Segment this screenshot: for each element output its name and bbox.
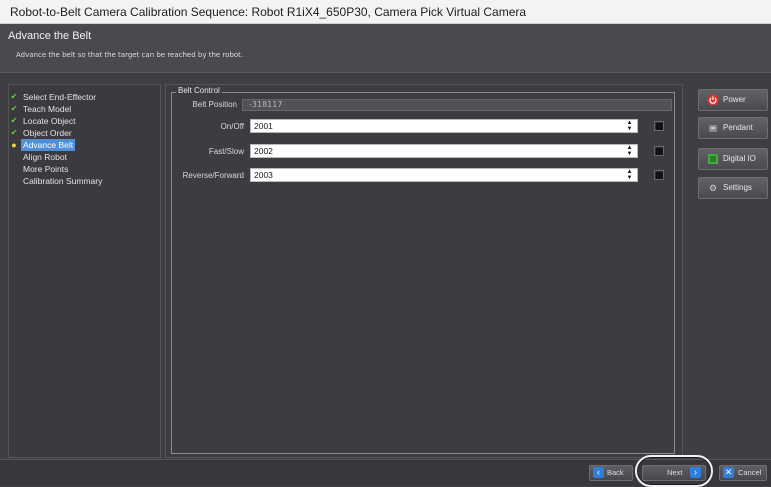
step-description: Advance the belt so that the target can …: [16, 51, 244, 59]
on-off-label: On/Off: [220, 122, 244, 131]
settings-button-label: Settings: [723, 183, 752, 192]
next-button-highlight-ring: [635, 455, 713, 487]
fast-slow-value: 2002: [254, 146, 273, 156]
title-bar: Robot-to-Belt Camera Calibration Sequenc…: [0, 0, 771, 24]
back-button[interactable]: ‹ Back: [589, 465, 633, 481]
checkmark-icon: ✔: [10, 116, 18, 125]
side-button-panel: [686, 84, 771, 458]
step-title: Advance the Belt: [8, 30, 92, 42]
digital-io-button[interactable]: Digital IO: [698, 148, 768, 170]
digital-io-button-label: Digital IO: [723, 154, 756, 163]
belt-position-field: -318117: [242, 99, 672, 111]
step-label: Teach Model: [23, 104, 72, 114]
checkmark-icon: ✔: [10, 128, 18, 137]
digital-io-icon: [707, 153, 719, 165]
cancel-button[interactable]: ✕ Cancel: [719, 465, 767, 481]
step-label: More Points: [23, 164, 69, 174]
spinner-arrows-icon: ▲ ▼: [626, 169, 633, 181]
checkmark-icon: ✔: [10, 92, 18, 101]
cancel-button-label: Cancel: [738, 468, 762, 477]
checkmark-icon: ✔: [10, 104, 18, 113]
step-label: Object Order: [23, 128, 72, 138]
step-header: Advance the Belt Advance the belt so tha…: [0, 24, 771, 73]
cancel-icon: ✕: [723, 467, 734, 478]
reverse-forward-indicator: [654, 170, 664, 180]
pendant-button-label: Pendant: [723, 123, 753, 132]
belt-control-group-label: Belt Control: [176, 86, 222, 95]
belt-position-label: Belt Position: [192, 100, 237, 109]
pendant-button[interactable]: Pendant: [698, 117, 768, 139]
reverse-forward-select[interactable]: 2003 ▲ ▼: [250, 168, 638, 182]
spinner-arrows-icon: ▲ ▼: [626, 145, 633, 157]
fast-slow-label: Fast/Slow: [208, 147, 244, 156]
step-label: Calibration Summary: [23, 176, 103, 186]
step-label: Locate Object: [23, 116, 76, 126]
back-button-label: Back: [607, 468, 624, 477]
back-arrow-icon: ‹: [593, 467, 604, 478]
on-off-indicator: [654, 121, 664, 131]
step-label: Advance Belt: [21, 139, 76, 151]
step-list: ✔ Select End-Effector ✔ Teach Model ✔ Lo…: [8, 84, 161, 458]
reverse-forward-value: 2003: [254, 170, 273, 180]
power-button[interactable]: Power: [698, 89, 768, 111]
window-title: Robot-to-Belt Camera Calibration Sequenc…: [10, 5, 527, 19]
power-button-label: Power: [723, 95, 746, 104]
step-label: Align Robot: [23, 152, 67, 162]
settings-icon: ⚙: [708, 183, 718, 193]
settings-button[interactable]: ⚙ Settings: [698, 177, 768, 199]
pendant-icon: [707, 122, 719, 134]
fast-slow-indicator: [654, 146, 664, 156]
step-label: Select End-Effector: [23, 92, 97, 102]
on-off-value: 2001: [254, 121, 273, 131]
reverse-forward-label: Reverse/Forward: [182, 171, 244, 180]
fast-slow-select[interactable]: 2002 ▲ ▼: [250, 144, 638, 158]
spinner-arrows-icon: ▲ ▼: [626, 120, 633, 132]
power-icon: [707, 94, 719, 106]
current-step-bullet-icon: ●: [11, 140, 17, 150]
on-off-select[interactable]: 2001 ▲ ▼: [250, 119, 638, 133]
